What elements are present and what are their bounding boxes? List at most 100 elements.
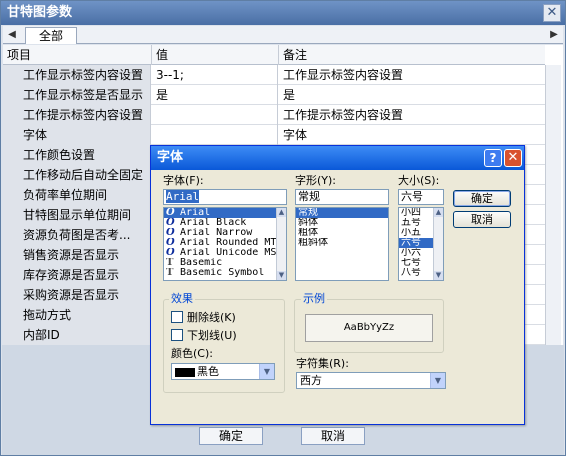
charset-select[interactable]: 西方 ▼ [296,372,446,389]
scroll-up-icon[interactable]: ▲ [277,208,286,217]
row-name: 资源负荷图是否考... [3,225,151,245]
row-name: 工作提示标签内容设置 [3,105,151,125]
font-list-item[interactable]: O Arial Black [164,218,286,228]
font-list-item[interactable]: O Arial Rounded MT B [164,238,286,248]
font-list-label: Arial Rounded MT B [180,238,286,248]
row-name: 内部ID [3,325,151,345]
style-list-item[interactable]: 粗体 [296,228,388,238]
strikeout-checkbox[interactable] [171,311,183,323]
style-label: 字形(Y): [295,174,337,187]
font-type-icon: T [166,258,174,268]
scroll-down-icon[interactable]: ▼ [277,271,286,280]
row-name: 字体 [3,125,151,145]
underline-label: 下划线(U) [187,329,237,342]
cancel-button[interactable]: 取消 [301,427,365,445]
style-list[interactable]: 常规 斜体 粗体 粗斜体 [295,207,389,281]
font-list[interactable]: O Arial O Arial Black O Arial Narrow O Aria… [163,207,287,281]
font-list-label: Basemic Symbol [180,268,265,278]
sample-preview: AaBbYyZz [305,314,433,342]
font-list-label: Arial [180,208,211,218]
charset-value: 西方 [300,374,322,387]
table-row[interactable]: 工作显示标签内容设置 3--1; 工作显示标签内容设置 [3,65,545,85]
row-name: 采购资源是否显示 [3,285,151,305]
row-value[interactable]: 是 [152,85,278,105]
row-name: 销售资源是否显示 [3,245,151,265]
row-note: 字体 [283,128,308,142]
font-list-label: Arial Unicode MS [180,248,277,258]
tab-all[interactable]: 全部 [25,27,77,44]
table-row[interactable]: 工作提示标签内容设置 工作提示标签内容设置 [3,105,545,125]
row-value[interactable]: 3--1; [152,65,278,85]
font-type-icon: O [166,248,175,258]
font-list-label: Arial Narrow [180,228,253,238]
font-label: 字体(F): [163,174,204,187]
ok-button[interactable]: 确定 [199,427,263,445]
table-row[interactable]: 工作显示标签是否显示是是 [3,85,545,105]
color-swatch [175,367,195,377]
close-icon[interactable]: ✕ [543,4,561,22]
close-icon[interactable]: ✕ [504,149,522,167]
size-label: 大小(S): [398,174,440,187]
effects-label: 效果 [169,292,195,305]
row-name: 工作移动后自动全固定 [3,165,151,185]
font-ok-button[interactable]: 确定 [453,190,511,207]
size-list[interactable]: 小四 五号 小五 六号 小六 七号 八号 ▲ ▼ [398,207,444,281]
font-list-label: Arial Black [180,218,247,228]
style-list-item[interactable]: 粗斜体 [296,238,388,248]
font-type-icon: O [166,218,175,228]
row-note: 是 [283,88,296,102]
row-name: 库存资源是否显示 [3,265,151,285]
font-type-icon: O [166,228,175,238]
row-name: 工作显示标签内容设置 [3,65,151,85]
font-dialog: 字体 ? ✕ 字体(F): Arial O Arial O Arial Black… [150,145,525,425]
tab-scroll-right-icon[interactable]: ▶ [547,27,561,43]
font-list-item[interactable]: O Arial [164,208,286,218]
row-name: 负荷率单位期间 [3,185,151,205]
sample-label: 示例 [301,292,327,305]
font-list-label: Basemic [180,258,223,268]
header-item[interactable]: 项目 [3,45,152,65]
font-list-item[interactable]: O Arial Narrow [164,228,286,238]
font-cancel-button[interactable]: 取消 [453,211,511,228]
row-name: 工作显示标签是否显示 [3,85,151,105]
header-note[interactable]: 备注 [279,45,545,65]
window-title: 甘特图参数 [1,1,565,25]
help-icon[interactable]: ? [484,149,502,167]
chevron-down-icon[interactable]: ▼ [430,373,445,388]
row-name: 甘特图显示单位期间 [3,205,151,225]
tab-scroll-left-icon[interactable]: ◀ [5,27,19,43]
row-note: 工作显示标签内容设置 [283,68,404,82]
grid-scrollbar[interactable] [545,65,561,365]
chevron-down-icon[interactable]: ▼ [259,364,274,379]
row-name: 工作颜色设置 [3,145,151,165]
font-name-value: Arial [166,190,200,203]
scroll-down-icon[interactable]: ▼ [434,271,443,280]
size-list-scrollbar[interactable]: ▲ ▼ [433,208,443,280]
font-list-item[interactable]: O Arial Unicode MS [164,248,286,258]
font-type-icon: O [166,208,175,218]
grid-header: 项目 值 备注 [3,45,545,65]
style-list-item[interactable]: 斜体 [296,218,388,228]
color-label: 颜色(C): [171,347,213,360]
underline-checkbox[interactable] [171,329,183,341]
row-value[interactable] [152,125,278,145]
font-list-scrollbar[interactable]: ▲ ▼ [276,208,286,280]
tab-bar: ◀ 全部 ▶ [3,26,563,44]
style-input[interactable]: 常规 [295,189,389,205]
font-name-input[interactable]: Arial [163,189,287,205]
row-name: 拖动方式 [3,305,151,325]
color-select[interactable]: 黑色 ▼ [171,363,275,380]
row-note: 工作提示标签内容设置 [283,108,404,122]
row-value[interactable] [152,105,278,125]
font-list-item[interactable]: T Basemic [164,258,286,268]
color-value: 黑色 [197,365,219,378]
size-input[interactable]: 六号 [398,189,444,205]
charset-label: 字符集(R): [296,357,349,370]
style-list-item[interactable]: 常规 [296,208,388,218]
font-type-icon: T [166,268,174,278]
font-list-item[interactable]: T Basemic Symbol [164,268,286,278]
strikeout-label: 删除线(K) [187,311,236,324]
scroll-up-icon[interactable]: ▲ [434,208,443,217]
header-value[interactable]: 值 [152,45,279,65]
table-row[interactable]: 字体 字体 [3,125,545,145]
